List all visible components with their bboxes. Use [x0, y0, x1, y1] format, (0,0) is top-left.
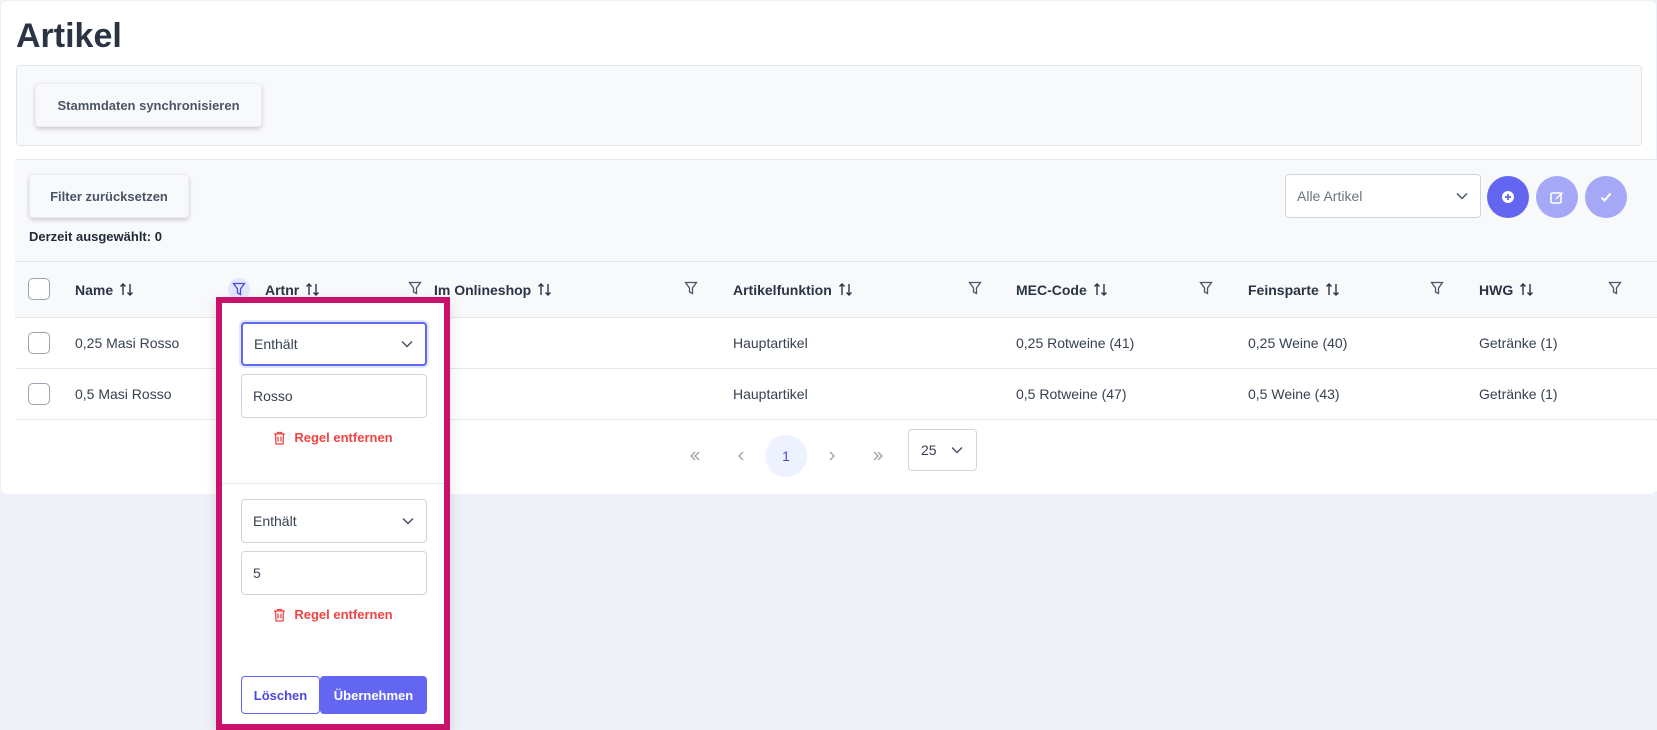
filter-icon[interactable] [1430, 281, 1444, 295]
edit-article-button[interactable] [1536, 176, 1578, 218]
sort-icon[interactable] [1325, 282, 1340, 297]
filter-icon[interactable] [1608, 281, 1622, 295]
remove-rule-label: Regel entfernen [294, 607, 393, 622]
filter-icon[interactable] [684, 281, 698, 295]
article-view-select[interactable]: Alle Artikel [1285, 174, 1481, 218]
filter-icon[interactable] [1199, 281, 1213, 295]
clear-filter-button[interactable]: Löschen [241, 676, 320, 714]
remove-rule-button-2[interactable]: Regel entfernen [222, 607, 444, 622]
cell-mec-code: 0,25 Rotweine (41) [1016, 335, 1135, 351]
filter-value-input-2[interactable]: 5 [241, 551, 427, 595]
cell-mec-code: 0,5 Rotweine (47) [1016, 386, 1127, 402]
article-view-select-value: Alle Artikel [1297, 188, 1363, 204]
cell-name: 0,5 Masi Rosso [75, 386, 172, 402]
column-label: Artikelfunktion [733, 281, 832, 298]
check-icon [1600, 192, 1612, 202]
column-label: MEC-Code [1016, 281, 1087, 298]
cell-hwg: Getränke (1) [1479, 386, 1558, 402]
double-chevron-right-icon [873, 451, 883, 461]
double-chevron-left-icon [690, 451, 700, 461]
selected-count: Derzeit ausgewählt: 0 [29, 229, 162, 244]
column-label: Artnr [265, 281, 300, 298]
column-header-artikelfunktion[interactable]: Artikelfunktion [733, 262, 853, 317]
cell-artikelfunktion: Hauptartikel [733, 386, 808, 402]
row-checkbox[interactable] [28, 332, 50, 354]
remove-rule-label: Regel entfernen [294, 430, 393, 445]
next-page-button[interactable] [811, 435, 853, 477]
page-title: Artikel [16, 17, 122, 55]
remove-rule-button-1[interactable]: Regel entfernen [222, 430, 444, 445]
column-header-hwg[interactable]: HWG [1479, 262, 1534, 317]
row-checkbox[interactable] [28, 383, 50, 405]
edit-icon [1550, 192, 1563, 204]
column-header-feinsparte[interactable]: Feinsparte [1248, 262, 1340, 317]
column-header-mec-code[interactable]: MEC-Code [1016, 262, 1108, 317]
chevron-right-icon [829, 451, 835, 461]
chevron-left-icon [738, 451, 744, 461]
confirm-button[interactable] [1585, 176, 1627, 218]
sync-master-data-button[interactable]: Stammdaten synchronisieren [35, 83, 262, 127]
sort-icon[interactable] [537, 282, 552, 297]
column-header-name[interactable]: Name [75, 262, 134, 317]
match-mode-value: Enthält [253, 513, 297, 529]
divider [222, 483, 444, 484]
add-article-button[interactable] [1487, 176, 1529, 218]
column-label: Im Onlineshop [434, 281, 532, 298]
page-1-button[interactable]: 1 [765, 435, 807, 477]
first-page-button[interactable] [674, 435, 716, 477]
filter-value-input-1[interactable]: Rosso [241, 374, 427, 418]
sort-icon[interactable] [119, 282, 134, 297]
match-mode-value: Enthält [254, 336, 298, 352]
sync-toolbar: Stammdaten synchronisieren [16, 65, 1642, 146]
chevron-down-icon [1456, 192, 1468, 200]
cell-hwg: Getränke (1) [1479, 335, 1558, 351]
chevron-down-icon [401, 340, 413, 348]
last-page-button[interactable] [857, 435, 899, 477]
cell-feinsparte: 0,5 Weine (43) [1248, 386, 1340, 402]
column-label: Name [75, 281, 114, 298]
sort-icon[interactable] [838, 282, 853, 297]
cell-name: 0,25 Masi Rosso [75, 335, 180, 351]
cell-artikelfunktion: Hauptartikel [733, 335, 808, 351]
sort-icon[interactable] [305, 282, 320, 297]
trash-icon [274, 608, 286, 622]
chevron-down-icon [402, 517, 414, 525]
plus-circle-icon [1502, 191, 1514, 203]
sort-icon[interactable] [1519, 282, 1534, 297]
column-header-onlineshop[interactable]: Im Onlineshop [434, 262, 552, 317]
rows-per-page-select[interactable]: 25 [908, 429, 977, 471]
prev-page-button[interactable] [720, 435, 762, 477]
name-filter-popup: Enthält Rosso Regel entfernen Enthält 5 … [216, 297, 450, 730]
reset-filter-button[interactable]: Filter zurücksetzen [29, 174, 189, 218]
sort-icon[interactable] [1093, 282, 1108, 297]
column-label: HWG [1479, 281, 1514, 298]
filter-icon[interactable] [968, 281, 982, 295]
rows-per-page-value: 25 [921, 442, 937, 458]
column-label: Feinsparte [1248, 281, 1319, 298]
select-all-checkbox[interactable] [28, 278, 50, 300]
filter-icon[interactable] [408, 281, 422, 295]
cell-feinsparte: 0,25 Weine (40) [1248, 335, 1348, 351]
match-mode-select-1[interactable]: Enthält [241, 322, 427, 366]
trash-icon [274, 431, 286, 445]
apply-filter-button[interactable]: Übernehmen [320, 676, 427, 714]
match-mode-select-2[interactable]: Enthält [241, 499, 427, 543]
chevron-down-icon [951, 446, 963, 454]
